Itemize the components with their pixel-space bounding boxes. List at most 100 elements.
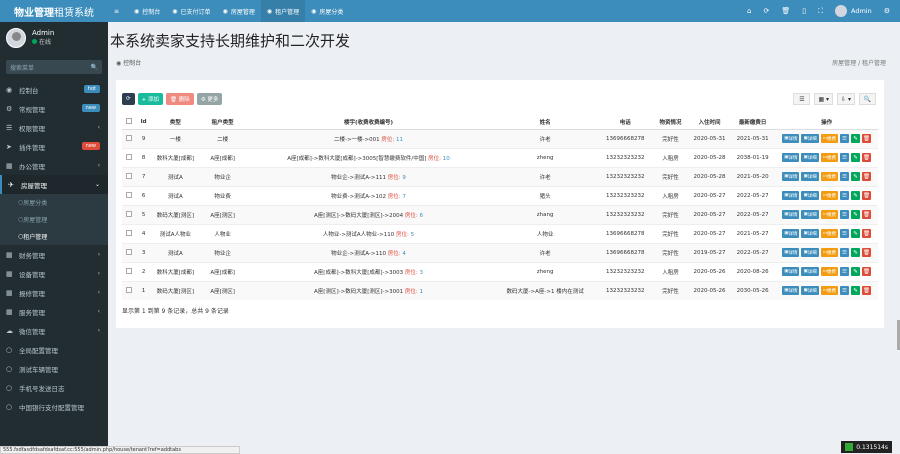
sidebar-more-item-5[interactable]: ○ 全局配置管理 (0, 340, 108, 359)
sidebar-more-item-3[interactable]: ▦ 服务管理 ‹ (0, 302, 108, 321)
delete-row-button[interactable]: 🗑 (862, 248, 871, 257)
detail-button[interactable]: ▣ 详情 (782, 134, 800, 143)
row-checkbox[interactable] (126, 267, 133, 274)
row-checkbox[interactable] (126, 210, 133, 217)
home-icon[interactable]: ⌂ (747, 7, 751, 15)
delete-button[interactable]: 🗑 删除 (165, 93, 194, 105)
list-button[interactable]: ☰ (840, 134, 849, 143)
column-header[interactable]: 操作 (775, 115, 878, 130)
table-row[interactable]: 5 数码大厦[测区] A座[测区] A座[测区]->数码大厦[测区]->2004 房位… (122, 204, 878, 224)
edit-button[interactable]: ✎ (851, 248, 860, 257)
bill-button[interactable]: ▭ 缴费 (820, 229, 838, 238)
tab-paid-orders[interactable]: ◉ 已支付订单 (166, 0, 216, 22)
sidebar-more-item-0[interactable]: ▦ 财务管理 ‹ (0, 245, 108, 264)
delete-row-button[interactable]: 🗑 (862, 153, 871, 162)
list-button[interactable]: ☰ (840, 191, 849, 200)
list-button[interactable]: ☰ (840, 267, 849, 276)
column-header[interactable]: 电话 (598, 115, 652, 130)
more-button[interactable]: ⚙ 更多 (196, 93, 223, 105)
row-checkbox[interactable] (126, 248, 133, 255)
gears-icon[interactable]: ⚙ (884, 7, 890, 15)
bill-button[interactable]: ▭ 缴费 (820, 248, 838, 257)
sidebar-more-item-1[interactable]: ▦ 设备管理 ‹ (0, 264, 108, 283)
bill-button[interactable]: ▭ 缴费 (820, 286, 838, 296)
row-checkbox[interactable] (126, 134, 133, 141)
table-row[interactable]: 8 数科大厦[成都] A座[成都] A座[成都]->数科大厦[成都]->3005[智慧… (122, 147, 878, 167)
sidebar-subitem-1[interactable]: ○ 房屋管理 (0, 211, 108, 228)
detail-button[interactable]: ▣ 详情 (782, 286, 800, 296)
edit-button[interactable]: ✎ (851, 229, 860, 238)
app-logo[interactable]: 物业管理 租赁系统 (0, 0, 108, 22)
detail-button[interactable]: ▣ 详情 (782, 267, 800, 276)
row-checkbox[interactable] (126, 191, 133, 198)
sidebar-item-0[interactable]: ◉ 控制台 hot (0, 80, 108, 99)
detail2-button[interactable]: ▣ 详细 (801, 229, 819, 238)
detail2-button[interactable]: ▣ 详细 (801, 267, 819, 276)
bill-button[interactable]: ▭ 缴费 (820, 172, 838, 181)
toggle-view-button[interactable]: ☰ (793, 93, 811, 105)
list-button[interactable]: ☰ (840, 286, 849, 296)
table-row[interactable]: 2 数科大厦[成都] A座[成都] A座[成都]->数科大厦[成都]->3003 房位… (122, 261, 878, 281)
detail2-button[interactable]: ▣ 详细 (801, 286, 819, 296)
table-row[interactable]: 6 测试A 物业费 物业费->测试A->102 房位: 7 猪头 13232323232 入… (122, 185, 878, 205)
list-button[interactable]: ☰ (840, 210, 849, 219)
detail2-button[interactable]: ▣ 详细 (801, 153, 819, 162)
bill-button[interactable]: ▭ 缴费 (820, 153, 838, 162)
topbar-user[interactable]: Admin (851, 7, 872, 15)
column-header[interactable]: Id (136, 115, 151, 130)
tab-dashboard[interactable]: ◉ 控制台 (128, 0, 166, 22)
sidebar-more-item-6[interactable]: ○ 测试车辆管理 (0, 359, 108, 378)
mobile-icon[interactable]: ▯ (802, 7, 806, 15)
delete-row-button[interactable]: 🗑 (862, 134, 871, 143)
detail-button[interactable]: ▣ 详情 (782, 191, 800, 200)
detail2-button[interactable]: ▣ 详细 (801, 172, 819, 181)
delete-row-button[interactable]: 🗑 (862, 229, 871, 238)
detail2-button[interactable]: ▣ 详细 (801, 191, 819, 200)
bill-button[interactable]: ▭ 缴费 (820, 210, 838, 219)
column-header[interactable]: 最新缴费日 (730, 115, 776, 130)
trash-icon[interactable]: 🗑 (781, 7, 790, 15)
menu-toggle[interactable]: ≡ (108, 0, 128, 22)
delete-row-button[interactable]: 🗑 (862, 191, 871, 200)
sidebar-more-item-8[interactable]: ○ 中国银行支付配置管理 (0, 397, 108, 416)
sidebar-item-4[interactable]: ▦ 办公管理 ‹ (0, 156, 108, 175)
table-row[interactable]: 3 测试A 物业企 物业企->测试A->110 房位: 4 许老 13696668278 完… (122, 242, 878, 262)
edit-button[interactable]: ✎ (851, 210, 860, 219)
select-all-checkbox[interactable] (126, 117, 133, 124)
list-button[interactable]: ☰ (840, 229, 849, 238)
breadcrumb-home[interactable]: ◉ 控制台 (116, 58, 141, 67)
tab-category[interactable]: ◉ 房屋分类 (305, 0, 349, 22)
table-row[interactable]: 1 数码大厦[测区] A座[测区] A座[测区]->数码大厦[测区]->3001 房位… (122, 280, 878, 300)
detail2-button[interactable]: ▣ 详细 (801, 248, 819, 257)
row-checkbox[interactable] (126, 153, 133, 160)
search-icon[interactable]: 🔍 (91, 64, 98, 71)
edit-button[interactable]: ✎ (851, 172, 860, 181)
columns-button[interactable]: ▦ ▾ (814, 93, 834, 105)
add-button[interactable]: + 添加 (137, 93, 163, 105)
sidebar-item-5[interactable]: ✈ 房屋管理 ⌄ (0, 175, 108, 194)
table-row[interactable]: 4 测试A人物业 人物业 人物业->测试A人物业->110 房位: 5 人物业 13696… (122, 223, 878, 243)
detail-button[interactable]: ▣ 详情 (782, 153, 800, 162)
sidebar-item-3[interactable]: ➤ 插件管理 new (0, 137, 108, 156)
edit-button[interactable]: ✎ (851, 286, 860, 296)
column-header[interactable]: 楼宇(收费收费编号) (245, 115, 492, 130)
table-row[interactable]: 9 一楼 二楼 二楼->一楼->001 房位: 11 许老 13696668278 完好性 2… (122, 128, 878, 148)
edit-button[interactable]: ✎ (851, 191, 860, 200)
column-header[interactable]: 姓名 (491, 115, 599, 130)
column-header[interactable] (122, 115, 137, 130)
delete-row-button[interactable]: 🗑 (862, 267, 871, 276)
sidebar-subitem-2[interactable]: ○ 租户管理 (0, 228, 108, 245)
refresh-button[interactable]: ⟳ (122, 93, 135, 105)
bill-button[interactable]: ▭ 缴费 (820, 267, 838, 276)
sidebar-subitem-0[interactable]: ○ 房屋分类 (0, 194, 108, 211)
topbar-avatar[interactable] (835, 5, 847, 17)
row-checkbox[interactable] (126, 229, 133, 236)
sidebar-more-item-4[interactable]: ☁ 微信管理 ‹ (0, 321, 108, 340)
detail-button[interactable]: ▣ 详情 (782, 229, 800, 238)
detail-button[interactable]: ▣ 详情 (782, 172, 800, 181)
delete-row-button[interactable]: 🗑 (862, 210, 871, 219)
tab-house[interactable]: ◉ 房屋管理 (217, 0, 261, 22)
list-button[interactable]: ☰ (840, 153, 849, 162)
sidebar-search[interactable]: 搜索菜单 🔍 (6, 60, 102, 74)
column-header[interactable]: 类型 (150, 115, 201, 130)
